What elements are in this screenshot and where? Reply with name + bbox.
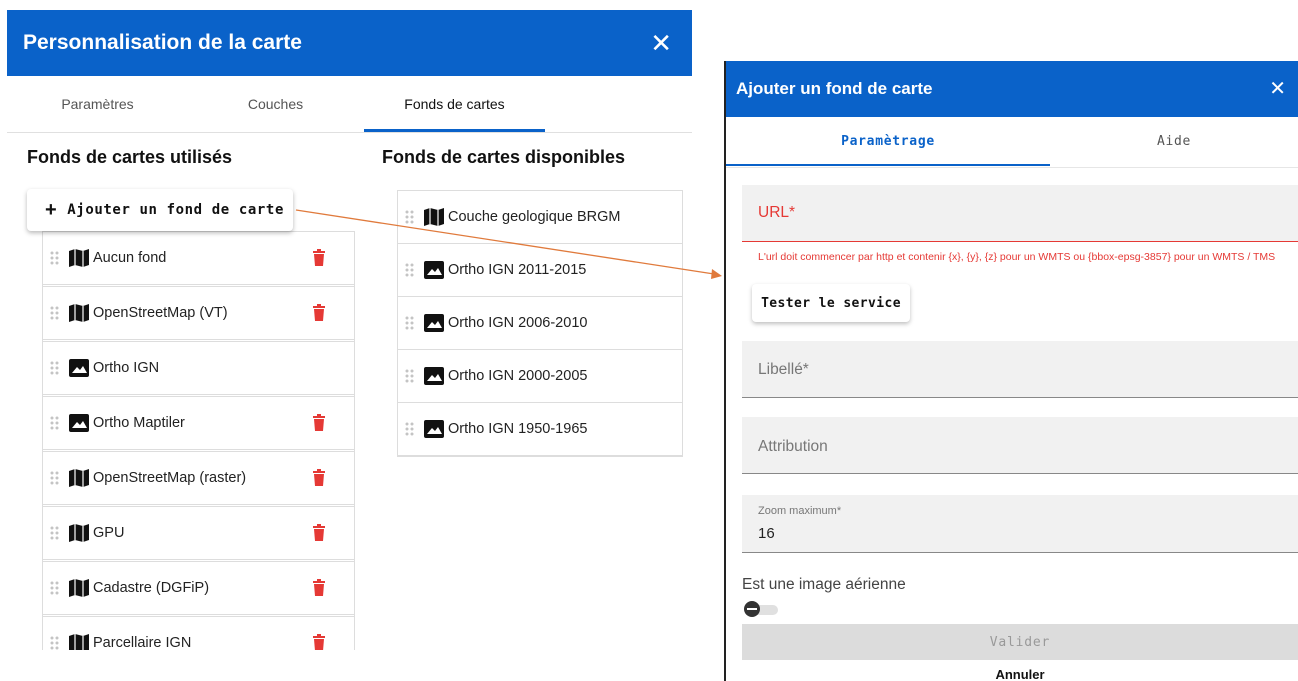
label-field-label: Libellé* — [758, 361, 809, 378]
used-item[interactable]: Aucun fond — [43, 231, 354, 285]
aerial-image-toggle[interactable] — [744, 601, 778, 617]
delete-icon[interactable] — [312, 414, 326, 432]
map-customization-panel: Personnalisation de la carte ✕ Paramètre… — [7, 10, 692, 650]
drag-handle-icon[interactable] — [50, 471, 60, 485]
delete-icon[interactable] — [312, 524, 326, 542]
image-icon — [423, 419, 445, 439]
dialog-title: Ajouter un fond de carte — [736, 79, 933, 98]
map-icon — [68, 468, 90, 488]
drag-handle-icon[interactable] — [50, 636, 60, 650]
used-item[interactable]: GPU — [43, 506, 354, 560]
delete-icon[interactable] — [312, 249, 326, 267]
image-icon — [423, 313, 445, 333]
map-icon — [68, 523, 90, 543]
image-icon — [423, 366, 445, 386]
add-basemap-dialog: Ajouter un fond de carte ✕ Paramètrage A… — [724, 61, 1298, 681]
url-field-label: URL* — [758, 204, 796, 221]
available-item-label: Ortho IGN 2000-2005 — [448, 368, 588, 384]
image-icon — [423, 260, 445, 280]
used-item-label: OpenStreetMap (raster) — [93, 470, 247, 486]
drag-handle-icon[interactable] — [405, 369, 415, 383]
dialog-tabs: Paramètrage Aide — [726, 117, 1298, 168]
map-icon — [423, 207, 445, 227]
close-icon[interactable]: ✕ — [650, 30, 672, 56]
drag-handle-icon[interactable] — [405, 263, 415, 277]
drag-handle-icon[interactable] — [50, 581, 60, 595]
cancel-button[interactable]: Annuler — [742, 667, 1298, 681]
dialog-active-tab-indicator — [726, 164, 1050, 166]
drag-handle-icon[interactable] — [50, 361, 60, 375]
used-basemaps-list: Aucun fond OpenStreetMap (VT) Ortho IGN Ort… — [42, 231, 355, 650]
available-item[interactable]: Ortho IGN 2011-2015 — [398, 244, 682, 297]
validate-button[interactable]: Valider — [742, 624, 1298, 660]
used-item-label: GPU — [93, 525, 125, 541]
add-basemap-button[interactable]: + Ajouter un fond de carte — [27, 189, 293, 231]
drag-handle-icon[interactable] — [50, 306, 60, 320]
attribution-field-label: Attribution — [758, 438, 828, 455]
used-item[interactable]: OpenStreetMap (raster) — [43, 451, 354, 505]
used-item[interactable]: Ortho Maptiler — [43, 396, 354, 450]
tab-fonds-de-cartes[interactable]: Fonds de cartes — [364, 76, 545, 132]
available-basemaps-list: Couche geologique BRGM Ortho IGN 2011-201… — [397, 190, 683, 457]
available-item-label: Ortho IGN 2006-2010 — [448, 315, 588, 331]
drag-handle-icon[interactable] — [405, 210, 415, 224]
drag-handle-icon[interactable] — [50, 526, 60, 540]
tab-aide[interactable]: Aide — [1050, 117, 1298, 165]
url-error-hint: L'url doit commencer par http et conteni… — [758, 251, 1276, 263]
available-item[interactable]: Ortho IGN 2000-2005 — [398, 350, 682, 403]
used-basemaps-title: Fonds de cartes utilisés — [27, 147, 233, 167]
drag-handle-icon[interactable] — [405, 316, 415, 330]
dialog-header: Ajouter un fond de carte ✕ — [726, 61, 1298, 117]
map-icon — [68, 578, 90, 598]
map-icon — [68, 633, 90, 650]
zoom-max-field[interactable]: Zoom maximum* 16 — [742, 495, 1298, 553]
url-field[interactable]: URL* — [742, 185, 1298, 242]
used-item-label: Ortho Maptiler — [93, 415, 185, 431]
image-icon — [68, 358, 90, 378]
panel-header: Personnalisation de la carte ✕ — [7, 10, 692, 76]
available-basemaps-title: Fonds de cartes disponibles — [382, 147, 626, 167]
delete-icon[interactable] — [312, 634, 326, 650]
map-icon — [68, 248, 90, 268]
delete-icon[interactable] — [312, 469, 326, 487]
image-icon — [68, 413, 90, 433]
drag-handle-icon[interactable] — [50, 416, 60, 430]
used-item-label: Ortho IGN — [93, 360, 160, 376]
tab-parametrage[interactable]: Paramètrage — [726, 117, 1050, 165]
available-item-label: Ortho IGN 1950-1965 — [448, 421, 588, 437]
panel-title: Personnalisation de la carte — [23, 31, 302, 54]
zoom-max-value: 16 — [758, 525, 775, 542]
attribution-field[interactable]: Attribution — [742, 417, 1298, 474]
used-item[interactable]: OpenStreetMap (VT) — [43, 286, 354, 340]
tab-parametres[interactable]: Paramètres — [7, 76, 188, 132]
drag-handle-icon[interactable] — [405, 422, 415, 436]
plus-icon: + — [45, 198, 58, 221]
tab-couches[interactable]: Couches — [185, 76, 366, 132]
available-item-label: Ortho IGN 2011-2015 — [448, 262, 587, 278]
used-item[interactable]: Ortho IGN — [43, 341, 354, 395]
aerial-image-label: Est une image aérienne — [742, 576, 906, 593]
dialog-close-icon[interactable]: ✕ — [1269, 79, 1286, 99]
available-item-label: Couche geologique BRGM — [448, 209, 621, 225]
used-item-label: Cadastre (DGFiP) — [93, 580, 210, 596]
used-item-label: Aucun fond — [93, 250, 167, 266]
panel-tabs: Paramètres Couches Fonds de cartes — [7, 76, 692, 133]
used-item-label: OpenStreetMap (VT) — [93, 305, 228, 321]
available-item[interactable]: Ortho IGN 2006-2010 — [398, 297, 682, 350]
add-basemap-label: Ajouter un fond de carte — [67, 202, 284, 218]
used-item[interactable]: Cadastre (DGFiP) — [43, 561, 354, 615]
zoom-max-label: Zoom maximum* — [758, 505, 842, 517]
map-icon — [68, 303, 90, 323]
test-service-button[interactable]: Tester le service — [752, 284, 910, 322]
label-field[interactable]: Libellé* — [742, 341, 1298, 398]
delete-icon[interactable] — [312, 304, 326, 322]
active-tab-indicator — [364, 129, 545, 132]
used-item[interactable]: Parcellaire IGN — [43, 616, 354, 650]
available-item[interactable]: Couche geologique BRGM — [398, 191, 682, 244]
toggle-thumb — [744, 601, 760, 617]
available-item[interactable]: Ortho IGN 1950-1965 — [398, 403, 682, 456]
delete-icon[interactable] — [312, 579, 326, 597]
drag-handle-icon[interactable] — [50, 251, 60, 265]
used-item-label: Parcellaire IGN — [93, 635, 192, 650]
